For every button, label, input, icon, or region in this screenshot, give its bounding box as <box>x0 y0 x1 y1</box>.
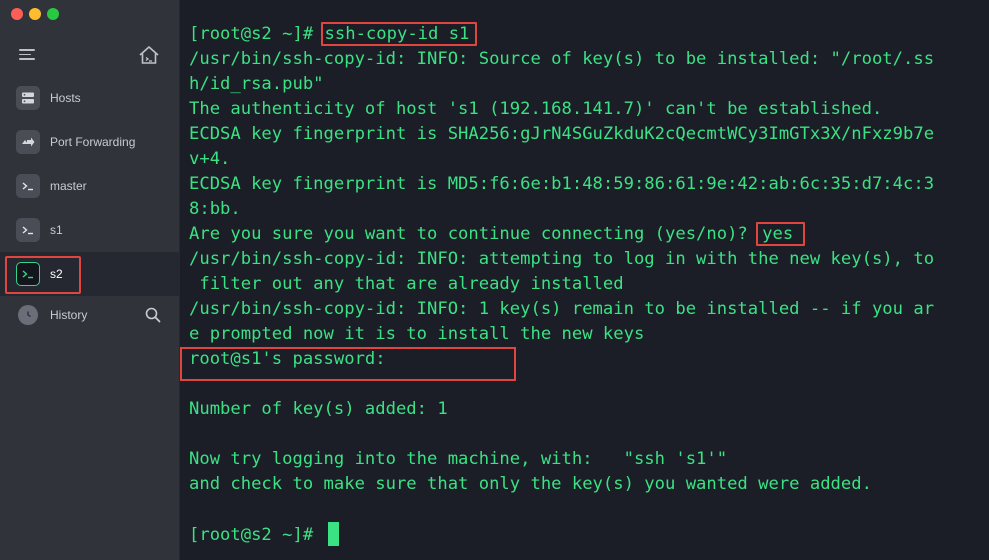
terminal-line: filter out any that are already installe… <box>189 274 624 294</box>
minimize-button[interactable] <box>29 8 41 20</box>
terminal-line: and check to make sure that only the key… <box>189 474 872 494</box>
confirm-answer: yes <box>756 222 806 246</box>
command-text: ssh-copy-id s1 <box>320 22 478 46</box>
sidebar-item-label: s1 <box>50 223 63 237</box>
traffic-lights <box>11 8 59 20</box>
menu-icon-line <box>19 49 35 51</box>
terminal-line: v+4. <box>189 149 231 169</box>
terminal-line: 8:bb. <box>189 199 241 219</box>
home-button[interactable] <box>138 44 160 66</box>
sidebar-item-master[interactable]: master <box>0 164 179 208</box>
terminal-line: h/id_rsa.pub" <box>189 74 324 94</box>
sidebar-item-hosts[interactable]: Hosts <box>0 76 179 120</box>
confirm-question: Are you sure you want to continue connec… <box>189 224 759 244</box>
terminal-line: Now try logging into the machine, with: … <box>189 449 728 469</box>
sidebar-item-label: s2 <box>50 267 63 281</box>
close-button[interactable] <box>11 8 23 20</box>
sidebar-item-label: Hosts <box>50 91 81 105</box>
sidebar-toggle-button[interactable] <box>19 49 37 63</box>
terminal-line: /usr/bin/ssh-copy-id: INFO: 1 key(s) rem… <box>189 299 935 319</box>
sidebar-item-s1[interactable]: s1 <box>0 208 179 252</box>
terminal-line: [root@s2 ~]# ssh-copy-id s1 <box>189 22 989 47</box>
sidebar-item-label: Port Forwarding <box>50 135 136 149</box>
terminal-line: /usr/bin/ssh-copy-id: INFO: Source of ke… <box>189 49 935 69</box>
sidebar: Hosts Port Forwarding master s1 s2 Histo… <box>0 0 180 560</box>
terminal-icon <box>16 174 40 198</box>
sidebar-item-s2[interactable]: s2 <box>0 252 179 296</box>
history-search-button[interactable] <box>144 306 162 324</box>
sidebar-item-label: History <box>50 308 88 322</box>
zoom-button[interactable] <box>47 8 59 20</box>
terminal-line: e prompted now it is to install the new … <box>189 324 645 344</box>
terminal-line: ECDSA key fingerprint is SHA256:gJrN4SGu… <box>189 124 935 144</box>
menu-icon-line <box>19 53 31 55</box>
port-forwarding-icon <box>16 130 40 154</box>
terminal-line: Are you sure you want to continue connec… <box>189 222 989 247</box>
terminal-icon <box>16 262 40 286</box>
server-icon <box>16 86 40 110</box>
terminal-line: ECDSA key fingerprint is MD5:f6:6e:b1:48… <box>189 174 935 194</box>
home-icon <box>139 46 159 64</box>
terminal-output[interactable]: [root@s2 ~]# ssh-copy-id s1 /usr/bin/ssh… <box>180 0 989 560</box>
shell-prompt: [root@s2 ~]# <box>189 525 324 545</box>
menu-icon-line <box>19 58 35 60</box>
sidebar-item-label: master <box>50 179 87 193</box>
terminal-line: [root@s2 ~]# <box>189 522 989 547</box>
terminal-line: Number of key(s) added: 1 <box>189 399 448 419</box>
shell-prompt: [root@s2 ~]# <box>189 24 324 44</box>
terminal-line: /usr/bin/ssh-copy-id: INFO: attempting t… <box>189 249 935 269</box>
sidebar-item-port-forwarding[interactable]: Port Forwarding <box>0 120 179 164</box>
terminal-line: The authenticity of host 's1 (192.168.14… <box>189 99 883 119</box>
terminal-icon <box>16 218 40 242</box>
clock-icon <box>18 305 38 325</box>
search-icon <box>145 307 161 323</box>
password-prompt: root@s1's password: <box>189 349 386 369</box>
terminal-cursor <box>327 522 339 546</box>
